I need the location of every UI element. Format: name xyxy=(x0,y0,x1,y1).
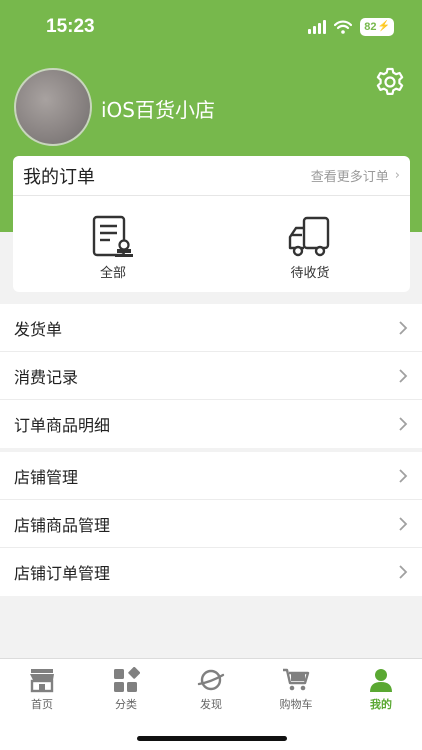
list-item-spending-records[interactable]: 消费记录 xyxy=(0,352,422,400)
tab-cart-label: 购物车 xyxy=(279,698,313,711)
tab-home[interactable]: 首页 xyxy=(12,667,72,712)
tab-discover[interactable]: 发现 xyxy=(181,667,241,712)
order-list-icon xyxy=(92,215,133,257)
chevron-right-icon xyxy=(399,417,408,431)
list-item-store-management[interactable]: 店铺管理 xyxy=(0,452,422,500)
home-indicator[interactable] xyxy=(137,736,287,741)
orders-all-label: 全部 xyxy=(99,266,126,281)
tab-category[interactable]: 分类 xyxy=(96,667,156,712)
orders-to-receive-button[interactable]: 待收货 xyxy=(270,214,350,281)
avatar[interactable] xyxy=(14,68,92,146)
planet-icon xyxy=(197,669,225,691)
store-menu-list: 店铺管理 店铺商品管理 店铺订单管理 xyxy=(0,452,422,596)
list-item-store-order-management[interactable]: 店铺订单管理 xyxy=(0,548,422,596)
delivery-truck-icon xyxy=(288,216,330,257)
list-item-store-product-management[interactable]: 店铺商品管理 xyxy=(0,500,422,548)
chevron-right-icon xyxy=(399,468,408,483)
chevron-right-icon xyxy=(399,516,408,531)
gear-icon[interactable] xyxy=(374,66,406,98)
my-orders-card: 我的订单 查看更多订单 › 全部 待收货 xyxy=(13,156,410,292)
list-item-label: 消费记录 xyxy=(14,367,79,387)
status-bar: 15:23 82 ⚡ xyxy=(0,0,422,52)
list-item-order-item-details[interactable]: 订单商品明细 xyxy=(0,400,422,448)
wifi-icon xyxy=(334,20,353,34)
chevron-right-icon: › xyxy=(394,168,400,183)
tab-cart[interactable]: 购物车 xyxy=(266,667,326,712)
tab-mine-label: 我的 xyxy=(370,698,392,711)
list-item-shipping-orders[interactable]: 发货单 xyxy=(0,304,422,352)
person-icon xyxy=(370,669,392,692)
orders-all-button[interactable]: 全部 xyxy=(73,214,153,281)
tab-discover-label: 发现 xyxy=(200,698,222,711)
category-icon xyxy=(114,667,140,692)
chevron-right-icon xyxy=(399,565,408,579)
list-item-label: 店铺订单管理 xyxy=(14,564,111,583)
my-orders-title: 我的订单 xyxy=(23,166,95,188)
order-menu-list: 发货单 消费记录 订单商品明细 xyxy=(0,304,422,448)
my-orders-header: 我的订单 查看更多订单 › xyxy=(13,156,410,196)
store-icon xyxy=(30,669,54,693)
orders-to-receive-label: 待收货 xyxy=(290,266,330,281)
battery-level: 82 xyxy=(364,21,377,33)
list-item-label: 发货单 xyxy=(14,319,63,339)
cellular-signal-icon xyxy=(308,20,327,34)
battery-icon: 82 ⚡ xyxy=(360,18,394,36)
store-name[interactable]: iOS百货小店 xyxy=(101,94,215,123)
chevron-right-icon xyxy=(399,320,408,335)
tab-home-label: 首页 xyxy=(31,698,53,711)
chevron-right-icon xyxy=(399,368,408,383)
tab-mine[interactable]: 我的 xyxy=(351,667,411,712)
cart-icon xyxy=(283,668,310,691)
status-time: 15:23 xyxy=(46,16,95,37)
tab-category-label: 分类 xyxy=(115,698,137,711)
list-item-label: 店铺商品管理 xyxy=(14,515,111,535)
view-more-orders-label: 查看更多订单 xyxy=(310,170,389,185)
status-icons: 82 ⚡ xyxy=(308,18,394,36)
list-item-label: 店铺管理 xyxy=(14,467,79,487)
list-item-label: 订单商品明细 xyxy=(14,416,111,435)
view-more-orders-link[interactable]: 查看更多订单 › xyxy=(311,166,400,185)
